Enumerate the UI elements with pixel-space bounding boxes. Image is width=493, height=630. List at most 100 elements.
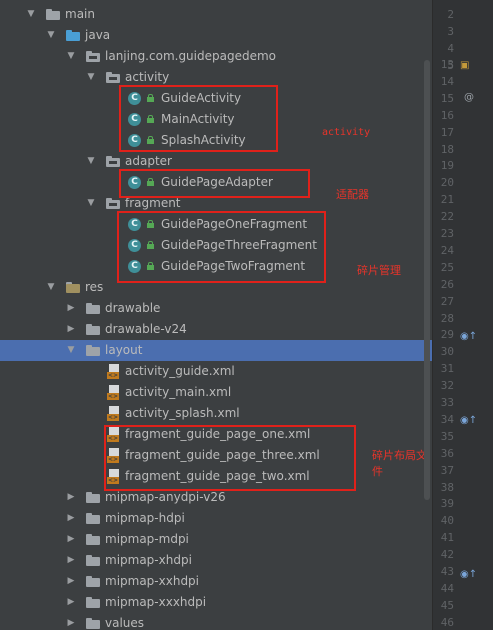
tree-item-activity-splash-xml[interactable]: <> activity_splash.xml <box>0 403 432 424</box>
line-number: 36 <box>440 446 454 460</box>
tree-item-label: mipmap-xhdpi <box>105 553 192 567</box>
tree-item-activity-guide-xml[interactable]: <> activity_guide.xml <box>0 361 432 382</box>
line-number: 3 <box>447 25 454 38</box>
tree-item-label: drawable <box>105 301 161 315</box>
collapse-arrow-icon[interactable]: ▶ <box>65 529 77 550</box>
annotation-adapter: 适配器 <box>336 188 369 201</box>
package-icon <box>106 198 120 209</box>
line-number: 15 <box>440 91 454 105</box>
package-icon <box>106 156 120 167</box>
line-number: 18 <box>440 142 454 156</box>
line-number: 29 <box>440 328 454 342</box>
tree-scrollbar-thumb[interactable] <box>424 60 430 500</box>
folder-icon <box>86 534 100 545</box>
override-arrow-icon[interactable]: ◉↑ <box>460 331 477 342</box>
line-number: 27 <box>440 294 454 308</box>
line-number: 35 <box>440 429 454 443</box>
folder-icon <box>86 345 100 356</box>
tree-item-label: lanjing.com.guidepagedemo <box>105 49 276 63</box>
folder-icon <box>46 9 60 20</box>
collapse-arrow-icon[interactable]: ▶ <box>65 319 77 340</box>
override-arrow-icon[interactable]: ◉↑ <box>460 569 477 580</box>
tree-item-label: res <box>85 280 104 294</box>
line-number: 40 <box>440 514 454 528</box>
collapse-arrow-icon[interactable]: ▶ <box>65 613 77 630</box>
line-number: 39 <box>440 497 454 511</box>
line-number: 37 <box>440 463 454 477</box>
tree-item-mipmap-xhdpi[interactable]: ▶ mipmap-xhdpi <box>0 550 432 571</box>
override-marker-icon[interactable]: ▣ <box>460 60 469 71</box>
line-number: 46 <box>440 615 454 629</box>
highlight-box-adapter <box>119 169 310 198</box>
editor-gutter: 2 3 4 5 13 14 15 16 17 18 19 20 21 22 23 24 25 26 27 28 29 30… <box>432 0 493 630</box>
tree-item-label: mipmap-mdpi <box>105 532 189 546</box>
line-number: 21 <box>440 193 454 207</box>
folder-icon <box>86 618 100 629</box>
line-number: 30 <box>440 345 454 359</box>
tree-item-mipmap-xxxhdpi[interactable]: ▶ mipmap-xxxhdpi <box>0 592 432 613</box>
tree-item-drawable[interactable]: ▶ drawable <box>0 298 432 319</box>
expand-arrow-icon[interactable]: ▼ <box>85 193 97 214</box>
tree-item-label: java <box>85 28 111 42</box>
highlight-box-activities <box>119 85 278 152</box>
expand-arrow-icon[interactable]: ▼ <box>65 46 77 67</box>
collapse-arrow-icon[interactable]: ▶ <box>65 571 77 592</box>
tree-item-activity-main-xml[interactable]: <> activity_main.xml <box>0 382 432 403</box>
line-number: 43 <box>440 565 454 578</box>
tree-item-label: main <box>65 7 95 21</box>
tree-item-label: activity_splash.xml <box>125 406 240 420</box>
tree-item-label: mipmap-xxhdpi <box>105 574 200 588</box>
tree-item-package[interactable]: ▼ lanjing.com.guidepagedemo <box>0 46 432 67</box>
folder-icon <box>86 492 100 503</box>
highlight-box-fragments <box>117 211 326 283</box>
line-number: 31 <box>440 362 454 376</box>
folder-icon <box>86 597 100 608</box>
tree-item-java[interactable]: ▼ java <box>0 25 432 46</box>
line-number: 32 <box>440 379 454 393</box>
folder-icon <box>86 576 100 587</box>
line-number: 33 <box>440 396 454 409</box>
xml-file-icon: <> <box>107 406 121 421</box>
line-number: 44 <box>440 581 454 595</box>
expand-arrow-icon[interactable]: ▼ <box>65 340 77 361</box>
source-folder-icon <box>66 30 80 41</box>
expand-arrow-icon[interactable]: ▼ <box>85 151 97 172</box>
override-arrow-icon[interactable]: ◉↑ <box>460 415 477 426</box>
line-number: 24 <box>440 243 454 257</box>
expand-arrow-icon[interactable]: ▼ <box>45 25 57 46</box>
collapse-arrow-icon[interactable]: ▶ <box>65 550 77 571</box>
annotation-fragment: 碎片管理 <box>357 264 401 277</box>
annotation-activity: activity <box>322 127 371 138</box>
line-number: 16 <box>440 108 454 122</box>
collapse-arrow-icon[interactable]: ▶ <box>65 592 77 613</box>
line-number: 26 <box>440 277 454 291</box>
tree-item-main[interactable]: ▼ main <box>0 4 432 25</box>
collapse-arrow-icon[interactable]: ▶ <box>65 487 77 508</box>
annotation-at-icon: @ <box>464 92 474 103</box>
line-number: 2 <box>447 8 454 21</box>
tree-item-mipmap-hdpi[interactable]: ▶ mipmap-hdpi <box>0 508 432 529</box>
resource-folder-icon <box>66 282 80 293</box>
tree-item-layout[interactable]: ▼ layout <box>0 340 432 361</box>
expand-arrow-icon[interactable]: ▼ <box>85 67 97 88</box>
tree-item-mipmap-mdpi[interactable]: ▶ mipmap-mdpi <box>0 529 432 550</box>
line-number: 25 <box>440 260 454 274</box>
line-number: 4 <box>447 42 454 55</box>
tree-item-values[interactable]: ▶ values <box>0 613 432 630</box>
tree-item-label: activity_main.xml <box>125 385 232 399</box>
package-icon <box>106 72 120 83</box>
tree-item-label: mipmap-xxxhdpi <box>105 595 207 609</box>
line-number: 13 <box>440 58 454 71</box>
folder-icon <box>86 303 100 314</box>
line-number: 34 <box>440 412 454 426</box>
xml-file-icon: <> <box>107 364 121 379</box>
expand-arrow-icon[interactable]: ▼ <box>25 4 37 25</box>
collapse-arrow-icon[interactable]: ▶ <box>65 508 77 529</box>
line-number: 20 <box>440 176 454 190</box>
collapse-arrow-icon[interactable]: ▶ <box>65 298 77 319</box>
expand-arrow-icon[interactable]: ▼ <box>45 277 57 298</box>
tree-item-mipmap-xxhdpi[interactable]: ▶ mipmap-xxhdpi <box>0 571 432 592</box>
line-number: 23 <box>440 227 454 240</box>
tree-item-drawable-v24[interactable]: ▶ drawable-v24 <box>0 319 432 340</box>
line-number: 45 <box>440 598 454 612</box>
